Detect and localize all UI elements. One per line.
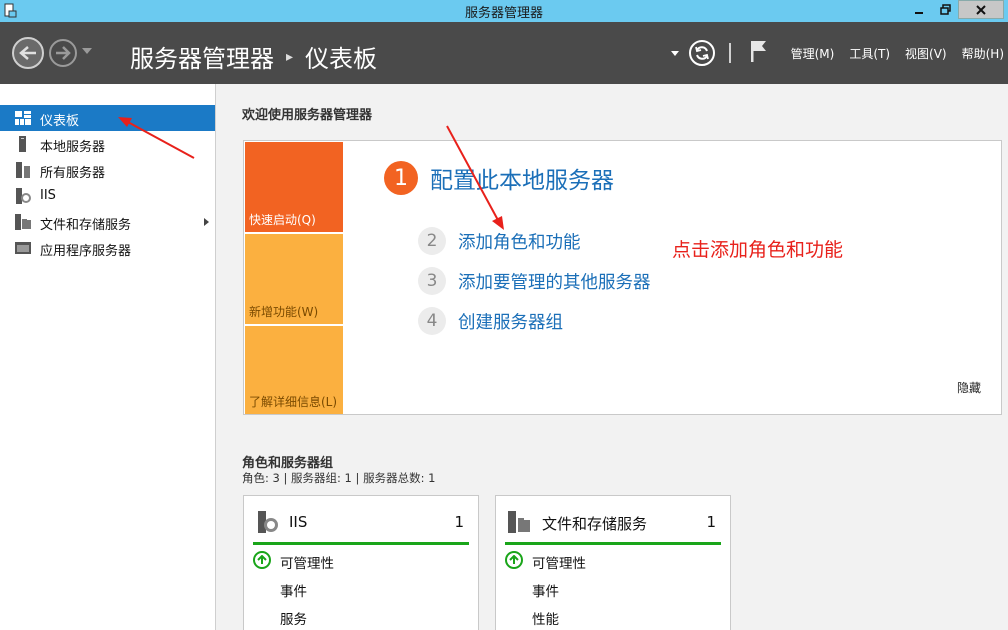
step-number: 1 bbox=[384, 161, 418, 195]
tile-quick-start[interactable]: 快速启动(Q) bbox=[245, 142, 343, 232]
sidebar-item-label: 仪表板 bbox=[40, 114, 80, 129]
roles-heading: 角色和服务器组 bbox=[242, 456, 334, 471]
tile-label: 了解详细信息(L) bbox=[249, 395, 338, 409]
hide-link[interactable]: 隐藏 bbox=[957, 379, 981, 396]
sidebar-item-all-servers[interactable]: 所有服务器 bbox=[0, 157, 215, 183]
tile-label: 快速启动(Q) bbox=[249, 213, 316, 227]
notifications-button[interactable] bbox=[749, 40, 767, 66]
quick-start-panel: 快速启动(Q) 新增功能(W) 了解详细信息(L) 1 配置此本地服务器 2 添… bbox=[243, 140, 1002, 415]
forward-button[interactable] bbox=[49, 39, 77, 67]
refresh-icon bbox=[694, 46, 709, 60]
refresh-dropdown-icon[interactable] bbox=[670, 50, 679, 56]
sidebar: 仪表板 本地服务器 所有服务器 IIS 文件和存储服务 应用程序服务器 bbox=[0, 84, 216, 630]
back-button[interactable] bbox=[12, 37, 44, 69]
header-bar: 服务器管理器 ▸ 仪表板 管理(M) 工具(T) 视图(V) 帮助(H) bbox=[0, 22, 1008, 84]
card-row-services[interactable]: 服务 bbox=[280, 608, 307, 628]
minimize-icon bbox=[915, 11, 923, 14]
step-number: 2 bbox=[418, 227, 446, 255]
sidebar-item-file-storage[interactable]: 文件和存储服务 bbox=[0, 209, 215, 235]
step-link[interactable]: 添加角色和功能 bbox=[458, 229, 581, 254]
breadcrumb-root[interactable]: 服务器管理器 bbox=[130, 39, 274, 74]
tile-label: 新增功能(W) bbox=[249, 305, 319, 319]
tile-learn-more[interactable]: 了解详细信息(L) bbox=[245, 326, 343, 414]
role-card-file-storage[interactable]: 文件和存储服务 1 可管理性 事件 性能 bbox=[495, 495, 731, 630]
card-row-performance[interactable]: 性能 bbox=[532, 608, 559, 628]
sidebar-item-label: 本地服务器 bbox=[40, 140, 106, 155]
server-icon bbox=[19, 136, 26, 152]
storage-icon bbox=[15, 214, 31, 230]
restore-icon bbox=[939, 4, 951, 15]
minimize-button[interactable] bbox=[906, 0, 932, 19]
app-server-icon bbox=[15, 242, 31, 254]
step-number: 4 bbox=[418, 307, 446, 335]
close-icon bbox=[976, 4, 986, 15]
arrow-right-icon bbox=[56, 46, 71, 60]
sidebar-item-app-server[interactable]: 应用程序服务器 bbox=[0, 235, 215, 261]
step-configure-local-server[interactable]: 1 配置此本地服务器 bbox=[384, 161, 614, 195]
step-link[interactable]: 创建服务器组 bbox=[458, 309, 563, 334]
status-bar bbox=[253, 542, 469, 545]
history-dropdown-icon[interactable] bbox=[82, 48, 92, 54]
menu-tools[interactable]: 工具(T) bbox=[849, 45, 890, 62]
card-title[interactable]: 文件和存储服务 bbox=[542, 513, 647, 534]
card-count: 1 bbox=[706, 513, 716, 531]
sidebar-item-label: IIS bbox=[40, 188, 56, 203]
sidebar-item-label: 所有服务器 bbox=[40, 166, 106, 181]
arrow-left-icon bbox=[19, 46, 36, 60]
step-link[interactable]: 配置此本地服务器 bbox=[430, 161, 614, 195]
breadcrumb-current: 仪表板 bbox=[305, 45, 378, 73]
iis-icon bbox=[16, 188, 31, 204]
tile-whats-new[interactable]: 新增功能(W) bbox=[245, 234, 343, 324]
menu-manage[interactable]: 管理(M) bbox=[791, 45, 835, 62]
window-title: 服务器管理器 bbox=[464, 6, 543, 21]
step-add-other-servers[interactable]: 3 添加要管理的其他服务器 bbox=[418, 267, 651, 295]
refresh-button[interactable] bbox=[688, 40, 715, 66]
menu-view[interactable]: 视图(V) bbox=[905, 45, 947, 62]
storage-icon bbox=[508, 511, 530, 533]
sidebar-item-local-server[interactable]: 本地服务器 bbox=[0, 131, 215, 157]
title-bar: 服务器管理器 bbox=[0, 0, 1008, 22]
dashboard-icon bbox=[15, 111, 31, 125]
role-card-iis[interactable]: IIS 1 可管理性 事件 服务 bbox=[243, 495, 479, 630]
step-add-roles-features[interactable]: 2 添加角色和功能 bbox=[418, 227, 581, 255]
header-toolbar: 管理(M) 工具(T) 视图(V) 帮助(H) bbox=[670, 22, 1008, 84]
welcome-heading: 欢迎使用服务器管理器 bbox=[242, 108, 373, 123]
menu-help[interactable]: 帮助(H) bbox=[962, 45, 1004, 62]
chevron-right-icon[interactable] bbox=[204, 218, 209, 226]
flag-icon bbox=[750, 41, 766, 62]
card-title[interactable]: IIS bbox=[289, 513, 307, 531]
card-row-events[interactable]: 事件 bbox=[280, 580, 307, 600]
main-content: 欢迎使用服务器管理器 快速启动(Q) 新增功能(W) 了解详细信息(L) 1 配… bbox=[217, 84, 1008, 630]
sidebar-item-dashboard[interactable]: 仪表板 bbox=[0, 105, 215, 131]
iis-icon bbox=[258, 511, 278, 533]
card-row-manageability[interactable]: 可管理性 bbox=[280, 552, 334, 572]
step-number: 3 bbox=[418, 267, 446, 295]
step-create-server-group[interactable]: 4 创建服务器组 bbox=[418, 307, 563, 335]
window-controls bbox=[906, 0, 1004, 20]
card-row-events[interactable]: 事件 bbox=[532, 580, 559, 600]
status-bar bbox=[505, 542, 721, 545]
sidebar-item-iis[interactable]: IIS bbox=[0, 183, 215, 209]
breadcrumb: 服务器管理器 ▸ 仪表板 bbox=[130, 39, 377, 74]
step-link[interactable]: 添加要管理的其他服务器 bbox=[458, 269, 651, 294]
card-count: 1 bbox=[454, 513, 464, 531]
toolbar-divider bbox=[728, 43, 731, 63]
card-row-manageability[interactable]: 可管理性 bbox=[532, 552, 586, 572]
close-button[interactable] bbox=[958, 0, 1004, 19]
roles-summary: 角色: 3 | 服务器组: 1 | 服务器总数: 1 bbox=[242, 471, 436, 485]
check-up-arrow-icon bbox=[253, 551, 271, 569]
annotation-text: 点击添加角色和功能 bbox=[672, 239, 844, 261]
restore-button[interactable] bbox=[932, 0, 958, 19]
sidebar-item-label: 应用程序服务器 bbox=[40, 244, 132, 259]
breadcrumb-separator-icon: ▸ bbox=[286, 48, 294, 65]
servers-icon bbox=[16, 162, 30, 178]
sidebar-item-label: 文件和存储服务 bbox=[40, 218, 132, 233]
check-up-arrow-icon bbox=[505, 551, 523, 569]
